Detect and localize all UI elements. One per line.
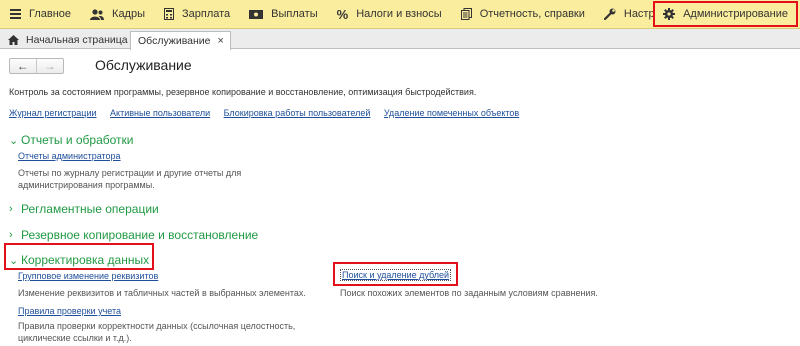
menu-item-salary[interactable]: Зарплата xyxy=(154,0,239,29)
top-links: Журнал регистрации Активные пользователи… xyxy=(9,108,530,118)
link-lock-users[interactable]: Блокировка работы пользователей xyxy=(224,108,371,118)
cash-icon xyxy=(249,9,264,19)
home-icon xyxy=(8,35,19,45)
link-group-edit[interactable]: Групповое изменение реквизитов xyxy=(18,271,158,281)
menu-item-label: Администрирование xyxy=(683,8,788,20)
link-delete-marked[interactable]: Удаление помеченных объектов xyxy=(384,108,519,118)
menu-item-administration[interactable]: Администрирование xyxy=(653,1,798,27)
link-check-rules[interactable]: Правила проверки учета xyxy=(18,306,121,316)
menu-item-reports[interactable]: Отчетность, справки xyxy=(451,0,594,29)
tab-home-label: Начальная страница xyxy=(26,34,128,46)
section-title: Регламентные операции xyxy=(21,202,159,216)
chevron-down-icon: ⌄ xyxy=(9,254,19,267)
close-icon[interactable]: × xyxy=(218,35,224,47)
admin-reports-note: Отчеты по журналу регистрации и другие о… xyxy=(18,168,242,190)
calculator-icon xyxy=(164,8,174,20)
link-admin-reports[interactable]: Отчеты администратора xyxy=(18,151,121,161)
link-event-log[interactable]: Журнал регистрации xyxy=(9,108,97,118)
page-title: Обслуживание xyxy=(95,57,192,73)
gear-icon xyxy=(663,8,676,20)
find-duplicates-note: Поиск похожих элементов по заданным усло… xyxy=(340,288,598,298)
chevron-right-icon: › xyxy=(9,229,13,241)
history-nav: ← → xyxy=(9,58,64,74)
page-description: Контроль за состоянием программы, резерв… xyxy=(9,87,477,97)
tab-bar: Начальная страница Обслуживание × xyxy=(0,29,800,50)
people-icon xyxy=(90,8,105,20)
menu-item-taxes[interactable]: % Налоги и взносы xyxy=(327,0,451,29)
chevron-down-icon: ⌄ xyxy=(9,134,19,147)
group-edit-note: Изменение реквизитов и табличных частей … xyxy=(18,288,306,298)
menu-item-label: Налоги и взносы xyxy=(356,8,442,20)
tab-home[interactable]: Начальная страница xyxy=(2,31,134,49)
menu-item-label: Зарплата xyxy=(182,8,231,20)
menu-item-label: Главное xyxy=(29,8,72,20)
main-menu-bar: Главное Кадры Зарплата Выплаты % Налоги … xyxy=(0,0,800,29)
tab-service[interactable]: Обслуживание × xyxy=(130,31,231,50)
menu-item-staff[interactable]: Кадры xyxy=(80,0,154,29)
menu-item-label: Отчетность, справки xyxy=(479,8,585,20)
link-active-users[interactable]: Активные пользователи xyxy=(110,108,210,118)
menu-lines-icon xyxy=(10,9,21,19)
chevron-right-icon: › xyxy=(9,203,13,215)
link-find-duplicates[interactable]: Поиск и удаление дублей xyxy=(340,269,452,281)
section-correction-header[interactable]: ⌄ Корректировка данных xyxy=(9,253,149,267)
menu-item-main[interactable]: Главное xyxy=(0,0,80,29)
tab-service-label: Обслуживание xyxy=(138,35,211,47)
section-title: Корректировка данных xyxy=(21,253,150,267)
section-title: Отчеты и обработки xyxy=(21,133,134,147)
section-backup-header[interactable]: › Резервное копирование и восстановление xyxy=(9,228,258,242)
menu-item-label: Кадры xyxy=(112,8,145,20)
check-rules-note: Правила проверки корректности данных (сс… xyxy=(18,321,296,343)
percent-icon: % xyxy=(336,6,349,22)
section-reglam-header[interactable]: › Регламентные операции xyxy=(9,202,159,216)
section-title: Резервное копирование и восстановление xyxy=(21,228,259,242)
documents-icon xyxy=(460,8,472,20)
wrench-icon xyxy=(603,8,616,20)
section-reports-header[interactable]: ⌄ Отчеты и обработки xyxy=(9,133,133,147)
forward-button[interactable]: → xyxy=(37,59,63,73)
back-button[interactable]: ← xyxy=(10,59,37,73)
menu-item-payments[interactable]: Выплаты xyxy=(239,0,326,29)
menu-item-label: Выплаты xyxy=(271,8,318,20)
